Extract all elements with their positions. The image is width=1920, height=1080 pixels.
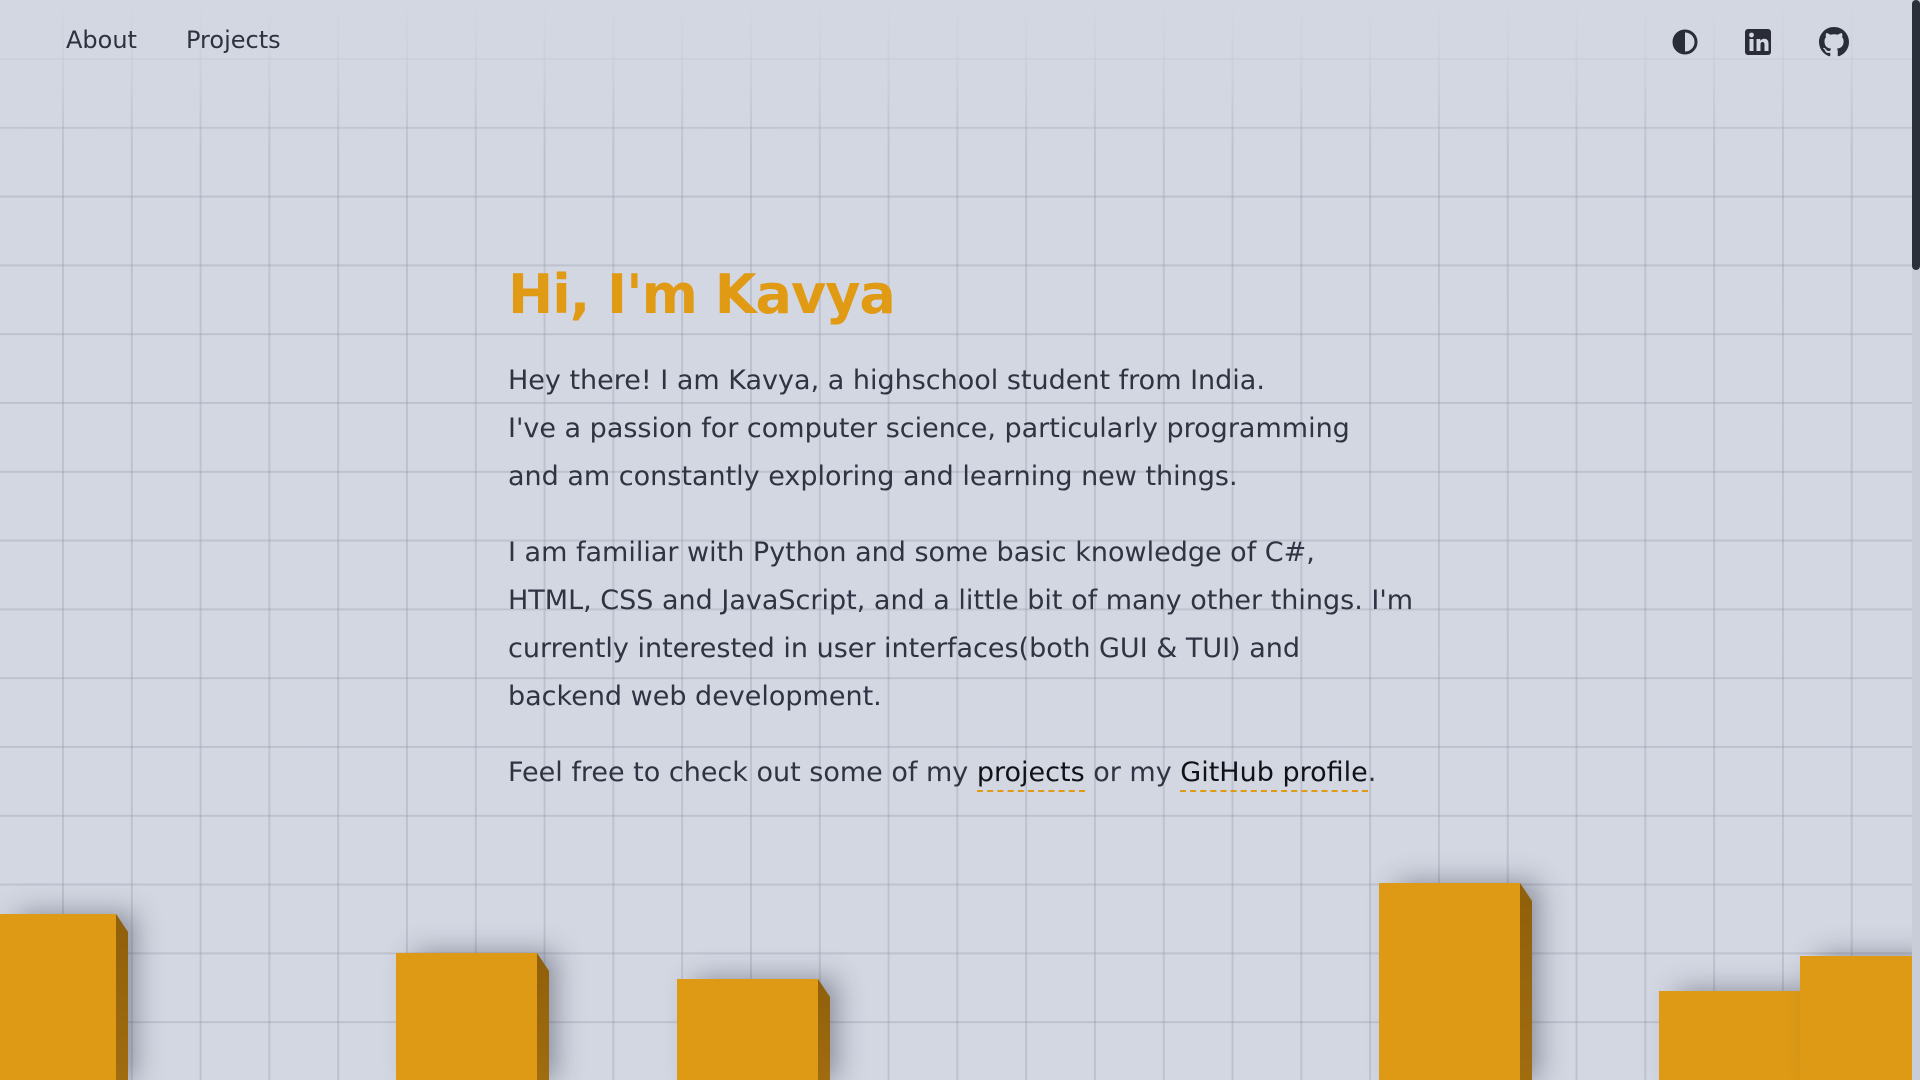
cta-suffix-text: . [1367,757,1377,788]
theme-toggle-icon[interactable] [1668,25,1702,59]
decorative-block [396,953,537,1080]
decorative-block [1800,956,1912,1080]
linkedin-icon[interactable] [1741,25,1775,59]
cta-prefix-text: Feel free to check out some of my [508,757,977,788]
top-navigation: About Projects [0,0,1920,88]
skills-paragraph: I am familiar with Python and some basic… [508,529,1428,721]
projects-link[interactable]: projects [976,757,1085,792]
intro-line: and am constantly exploring and learning… [508,461,1238,492]
github-profile-link[interactable]: GitHub profile [1180,757,1368,792]
intro-paragraph: Hey there! I am Kavya, a highschool stud… [508,357,1428,501]
cta-paragraph: Feel free to check out some of my projec… [508,749,1428,797]
skills-line: HTML, CSS and JavaScript, and a little b… [508,585,1414,616]
skills-line: backend web development. [508,681,882,712]
page-title: Hi, I'm Kavya [508,263,896,326]
nav-about-link[interactable]: About [66,26,137,54]
cta-middle-text: or my [1084,757,1181,788]
github-icon[interactable] [1817,25,1851,59]
page-scrollbar[interactable] [1912,0,1920,1080]
nav-projects-link[interactable]: Projects [186,26,281,54]
intro-line: Hey there! I am Kavya, a highschool stud… [508,365,1265,396]
decorative-block [1659,991,1800,1080]
decorative-block [0,914,116,1080]
decorative-block [1379,883,1520,1080]
skills-line: currently interested in user interfaces(… [508,633,1301,664]
decorative-block [677,979,818,1080]
hero-section: Hi, I'm Kavya Hey there! I am Kavya, a h… [508,255,1428,825]
skills-line: I am familiar with Python and some basic… [508,537,1315,568]
scrollbar-thumb[interactable] [1912,0,1920,270]
intro-line: I've a passion for computer science, par… [508,413,1350,444]
